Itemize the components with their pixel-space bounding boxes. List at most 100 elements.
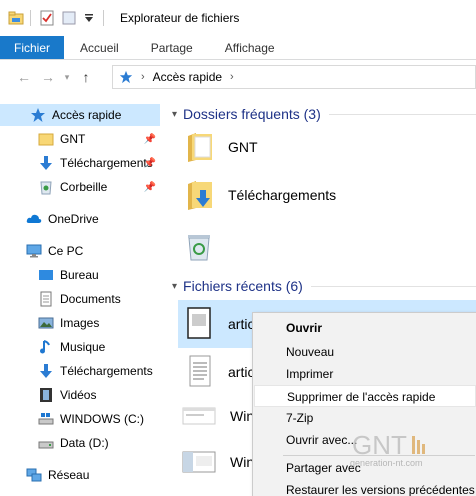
frequent-folder-telechargements[interactable]: Téléchargements (186, 172, 476, 218)
window-title: Explorateur de fichiers (120, 11, 240, 25)
nav-label: Ce PC (48, 244, 84, 258)
nav-label: Documents (60, 292, 121, 306)
nav-label: Images (60, 316, 100, 330)
tab-affichage[interactable]: Affichage (209, 36, 291, 59)
menu-item-restaurer-versions[interactable]: Restaurer les versions précédentes (254, 479, 476, 496)
screenshot-thumbnail-icon (182, 451, 216, 473)
up-arrow-icon[interactable]: ↑ (74, 69, 98, 85)
nav-label: WINDOWS (C:) (60, 412, 144, 426)
title-separator (103, 10, 104, 26)
nav-label: Corbeille (60, 180, 108, 194)
menu-item-ouvrir[interactable]: Ouvrir (254, 317, 476, 339)
quick-access-star-icon (119, 70, 133, 84)
new-folder-icon[interactable] (61, 10, 77, 26)
pin-icon[interactable]: 📌 (144, 158, 156, 169)
star-icon (31, 108, 45, 122)
nav-label: GNT (60, 132, 86, 146)
group-header-recent[interactable]: ▾ Fichiers récents (6) (172, 278, 476, 294)
screenshot-thumbnail-icon (182, 407, 216, 425)
menu-item-supprimer-acces-rapide[interactable]: Supprimer de l'accès rapide (254, 385, 476, 407)
nav-data-d[interactable]: Data (D:) (0, 432, 160, 454)
nav-quick-access[interactable]: Accès rapide (0, 104, 160, 126)
nav-pinned-gnt[interactable]: GNT 📌 (0, 128, 160, 150)
breadcrumb-chevron-icon[interactable]: › (141, 71, 145, 83)
frequent-folder-gnt[interactable]: GNT (186, 124, 476, 170)
nav-videos[interactable]: Vidéos (0, 384, 160, 406)
download-arrow-icon (40, 364, 52, 378)
nav-onedrive[interactable]: OneDrive (0, 208, 160, 230)
address-bar[interactable]: › Accès rapide › (112, 65, 476, 89)
nav-windows-c[interactable]: WINDOWS (C:) (0, 408, 160, 430)
pin-icon[interactable]: 📌 (144, 134, 156, 145)
menu-item-imprimer[interactable]: Imprimer (254, 363, 476, 385)
svg-text:GNT: GNT (352, 430, 407, 460)
group-title: Dossiers fréquents (3) (183, 106, 321, 122)
collapse-chevron-icon[interactable]: ▾ (172, 281, 177, 292)
nav-musique[interactable]: Musique (0, 336, 160, 358)
pictures-icon (38, 317, 54, 329)
file-label: artic (228, 316, 255, 332)
ribbon-tabs: Fichier Accueil Partage Affichage (0, 36, 476, 60)
text-document-icon (189, 355, 211, 387)
tab-fichier[interactable]: Fichier (0, 36, 65, 59)
folder-label: Téléchargements (228, 187, 337, 203)
back-arrow-icon[interactable]: ← (12, 69, 36, 85)
downloads-folder-icon (188, 181, 212, 210)
recent-locations-chevron-icon[interactable]: ▾ (60, 72, 74, 83)
tab-accueil[interactable]: Accueil (64, 36, 135, 59)
group-title: Fichiers récents (6) (183, 278, 303, 294)
network-icon (26, 468, 42, 482)
download-arrow-icon (40, 156, 52, 170)
nav-pinned-corbeille[interactable]: Corbeille 📌 (0, 176, 160, 198)
nav-label: Musique (60, 340, 106, 354)
properties-icon[interactable] (39, 10, 55, 26)
nav-images[interactable]: Images (0, 312, 160, 334)
collapse-chevron-icon[interactable]: ▾ (172, 109, 177, 120)
music-note-icon (40, 340, 50, 354)
nav-documents[interactable]: Documents (0, 288, 160, 310)
nav-label: Téléchargements (60, 364, 153, 378)
group-divider (328, 113, 476, 115)
breadcrumb-quick-access[interactable]: Accès rapide (153, 70, 222, 84)
tab-partage[interactable]: Partage (135, 36, 209, 59)
documents-icon (40, 291, 52, 307)
menu-item-nouveau[interactable]: Nouveau (254, 341, 476, 363)
recycle-bin-icon (188, 235, 210, 261)
explorer-app-icon (8, 11, 24, 25)
nav-label: Réseau (48, 468, 90, 482)
nav-label: Bureau (60, 268, 99, 282)
nav-telechargements[interactable]: Téléchargements (0, 360, 160, 382)
menu-item-7zip[interactable]: 7-Zip (254, 407, 476, 429)
address-row: ← → ▾ ↑ › Accès rapide › (0, 60, 476, 94)
group-divider (310, 285, 476, 287)
nav-label: Vidéos (60, 388, 97, 402)
system-drive-icon (38, 413, 54, 425)
nav-this-pc[interactable]: Ce PC (0, 240, 160, 262)
group-header-frequent[interactable]: ▾ Dossiers fréquents (3) (172, 106, 476, 122)
pin-icon[interactable]: 📌 (144, 182, 156, 193)
customize-toolbar-dropdown-icon[interactable] (81, 10, 97, 26)
svg-text:generation-nt.com: generation-nt.com (350, 458, 423, 468)
nav-reseau[interactable]: Réseau (0, 464, 160, 486)
quick-toolbar-separator (30, 10, 31, 26)
folder-icon (38, 133, 54, 146)
title-bar: Explorateur de fichiers (0, 0, 476, 36)
computer-icon (26, 244, 42, 258)
breadcrumb-chevron-icon[interactable]: › (230, 71, 234, 83)
folder-icon (188, 133, 212, 162)
file-label: artic (228, 364, 255, 380)
navigation-pane: Accès rapide GNT 📌 Téléchargements 📌 Cor… (0, 94, 162, 496)
nav-label: Data (D:) (60, 436, 109, 450)
desktop-icon (39, 270, 53, 280)
frequent-folder-corbeille[interactable] (186, 224, 476, 270)
nav-label: OneDrive (48, 212, 99, 226)
folder-label: GNT (228, 139, 258, 155)
nav-pinned-telechargements[interactable]: Téléchargements 📌 (0, 152, 160, 174)
forward-arrow-icon[interactable]: → (36, 69, 60, 85)
nav-bureau[interactable]: Bureau (0, 264, 160, 286)
recycle-bin-icon (40, 181, 52, 195)
drive-icon (38, 441, 54, 449)
gnt-watermark-logo: GNT generation-nt.com (350, 430, 425, 468)
document-thumbnail-icon (187, 307, 211, 339)
film-strip-icon (40, 388, 52, 402)
